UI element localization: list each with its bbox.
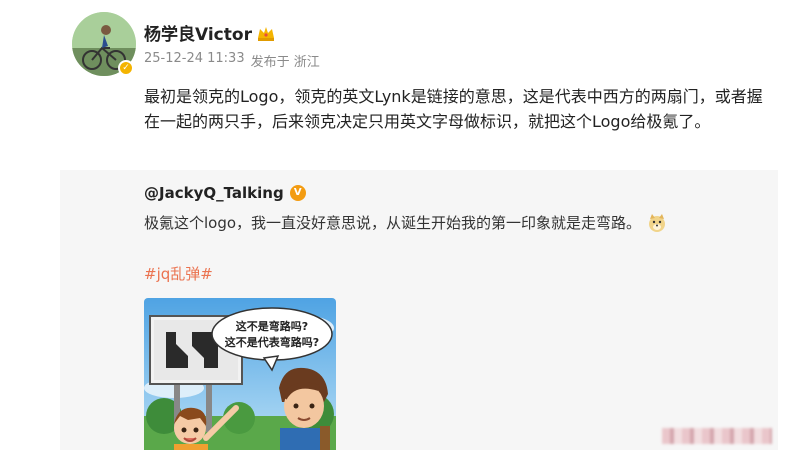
repost-image[interactable]: 这不是弯路吗? 这不是代表弯路吗? — [144, 298, 336, 450]
watermark — [662, 428, 772, 444]
hashtag-link[interactable]: #jq乱弹# — [144, 263, 213, 284]
bubble-line-2: 这不是代表弯路吗? — [225, 335, 319, 349]
comic-illustration: 这不是弯路吗? 这不是代表弯路吗? — [144, 298, 336, 450]
post-text: 最初是领克的Logo，领克的英文Lynk是链接的意思，这是代表中西方的两扇门，或… — [144, 87, 763, 131]
author-name[interactable]: 杨学良Victor — [144, 20, 252, 45]
doge-emoji-icon — [649, 213, 666, 232]
vip-icon: V — [289, 185, 306, 201]
repost-text: 极氪这个logo，我一直没好意思说，从诞生开始我的第一印象就是走弯路。 — [144, 214, 642, 232]
post-source: 发布于 浙江 — [250, 55, 320, 70]
repost-card[interactable]: @JackyQ_Talking V 极氪这个logo，我一直没好意思说，从诞生开… — [60, 170, 778, 450]
crown-icon — [257, 26, 274, 41]
repost-author[interactable]: @JackyQ_Talking — [144, 184, 284, 202]
verified-badge-icon: ✓ — [118, 60, 134, 76]
post-timestamp[interactable]: 25-12-24 11:33 — [144, 51, 245, 70]
bubble-line-1: 这不是弯路吗? — [236, 319, 308, 333]
